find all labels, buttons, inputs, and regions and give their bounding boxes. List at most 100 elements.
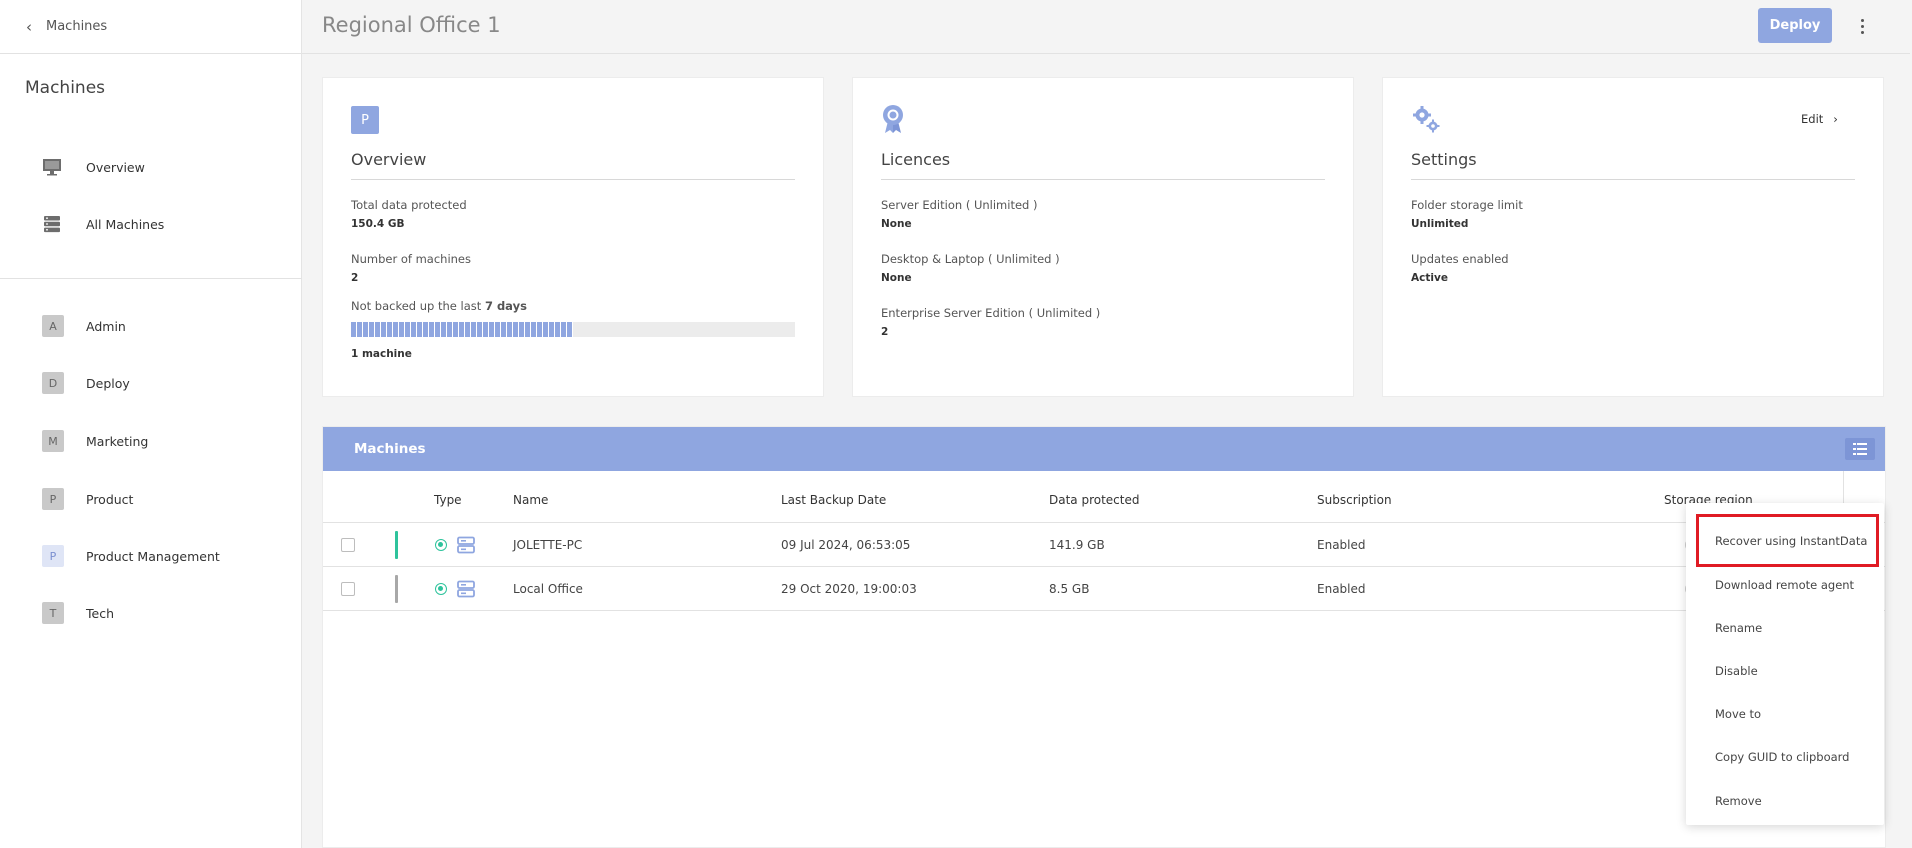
sidebar-divider: [0, 278, 302, 279]
data-protected-value: 141.9 GB: [1049, 538, 1105, 552]
table-header: Type Name Last Backup Date Data protecte…: [323, 471, 1885, 523]
page-title: Regional Office 1: [322, 13, 501, 37]
row-checkbox[interactable]: [341, 538, 355, 552]
group-letter-badge: D: [42, 372, 64, 394]
card-divider: [351, 179, 795, 180]
menu-item-copy-guid[interactable]: Copy GUID to clipboard: [1715, 750, 1849, 764]
online-status-icon: [435, 539, 447, 551]
group-item-product-management[interactable]: P Product Management: [42, 545, 220, 567]
card-title: Settings: [1411, 150, 1477, 169]
total-data-value: 150.4 GB: [351, 218, 405, 230]
server-icon: [457, 580, 475, 602]
group-letter-badge: P: [42, 545, 64, 567]
back-label: Machines: [46, 19, 108, 34]
backup-status-bar: [395, 575, 398, 603]
not-backed-prefix: Not backed up the last: [351, 299, 485, 313]
sidebar-item-all-machines[interactable]: All Machines: [42, 212, 164, 236]
group-label: Admin: [86, 318, 126, 334]
group-item-tech[interactable]: T Tech: [42, 602, 114, 624]
back-to-machines-link[interactable]: ‹ Machines: [0, 0, 301, 54]
machine-name[interactable]: Local Office: [513, 582, 583, 596]
total-data-label: Total data protected: [351, 198, 467, 212]
licence-label: Server Edition ( Unlimited ): [881, 198, 1038, 212]
machines-panel-title: Machines: [354, 441, 426, 457]
machine-count-value: 2: [351, 272, 359, 284]
not-backed-progress-bar: [351, 322, 795, 337]
last-backup-date: 29 Oct 2020, 19:00:03: [781, 582, 917, 596]
group-label: Product: [86, 491, 134, 507]
monitor-icon: [42, 158, 62, 176]
group-label: Deploy: [86, 375, 130, 391]
group-label: Marketing: [86, 433, 149, 449]
group-letter-badge: A: [42, 315, 64, 337]
setting-label: Folder storage limit: [1411, 198, 1523, 212]
group-item-deploy[interactable]: D Deploy: [42, 372, 130, 394]
column-header-type[interactable]: Type: [434, 493, 462, 507]
sidebar-item-overview[interactable]: Overview: [42, 155, 145, 179]
menu-item-disable[interactable]: Disable: [1715, 664, 1758, 678]
licence-value: None: [881, 218, 912, 230]
machines-panel-header: Machines: [323, 427, 1885, 471]
sidebar-title: Machines: [25, 78, 106, 98]
column-header-name[interactable]: Name: [513, 493, 548, 507]
card-divider: [1411, 179, 1855, 180]
edit-label: Edit: [1801, 112, 1824, 126]
menu-item-move-to[interactable]: Move to: [1715, 707, 1761, 721]
server-icon: [457, 536, 475, 558]
award-ribbon-icon: [881, 104, 905, 138]
licence-value: 2: [881, 326, 889, 338]
list-view-icon[interactable]: [1845, 438, 1875, 460]
row-checkbox[interactable]: [341, 582, 355, 596]
not-backed-label: Not backed up the last 7 days: [351, 299, 527, 313]
data-protected-value: 8.5 GB: [1049, 582, 1090, 596]
card-title: Overview: [351, 150, 427, 169]
setting-label: Updates enabled: [1411, 252, 1509, 266]
machines-panel: Machines Type Name Last Backup Date Data…: [322, 426, 1886, 848]
server-stack-icon: [42, 215, 62, 233]
edit-settings-link[interactable]: Edit ›: [1801, 112, 1838, 126]
group-item-admin[interactable]: A Admin: [42, 315, 126, 337]
not-backed-value: 1 machine: [351, 348, 412, 360]
online-status-icon: [435, 583, 447, 595]
column-header-data-protected[interactable]: Data protected: [1049, 493, 1140, 507]
sidebar: ‹ Machines Machines Overview All Machine…: [0, 0, 302, 848]
subscription-status: Enabled: [1317, 538, 1366, 552]
machine-name[interactable]: JOLETTE-PC: [513, 538, 582, 552]
deploy-button[interactable]: Deploy: [1758, 8, 1832, 43]
group-letter-badge: T: [42, 602, 64, 624]
more-options-icon[interactable]: [1854, 14, 1870, 38]
group-label: Product Management: [86, 548, 220, 564]
group-label: Tech: [86, 605, 114, 621]
menu-item-download-remote-agent[interactable]: Download remote agent: [1715, 578, 1854, 592]
chevron-right-icon: ›: [1833, 112, 1838, 126]
group-letter-badge: M: [42, 430, 64, 452]
licence-value: None: [881, 272, 912, 284]
licence-label: Desktop & Laptop ( Unlimited ): [881, 252, 1060, 266]
subscription-status: Enabled: [1317, 582, 1366, 596]
settings-card: Edit › Settings Folder storage limit Unl…: [1382, 77, 1884, 397]
column-header-subscription[interactable]: Subscription: [1317, 493, 1392, 507]
column-header-last-backup[interactable]: Last Backup Date: [781, 493, 886, 507]
card-title: Licences: [881, 150, 951, 169]
menu-item-recover-instantdata[interactable]: Recover using InstantData: [1715, 534, 1867, 548]
table-row[interactable]: Local Office 29 Oct 2020, 19:00:03 8.5 G…: [323, 567, 1885, 611]
group-item-marketing[interactable]: M Marketing: [42, 430, 148, 452]
menu-item-remove[interactable]: Remove: [1715, 794, 1762, 808]
progress-fill: [351, 322, 573, 337]
licences-card: Licences Server Edition ( Unlimited ) No…: [852, 77, 1354, 397]
overview-card: P Overview Total data protected 150.4 GB…: [322, 77, 824, 397]
card-divider: [881, 179, 1325, 180]
not-backed-days: 7 days: [484, 299, 527, 313]
setting-value: Active: [1411, 272, 1448, 284]
chevron-left-icon: ‹: [26, 17, 32, 36]
group-letter-badge: P: [42, 488, 64, 510]
table-row[interactable]: JOLETTE-PC 09 Jul 2024, 06:53:05 141.9 G…: [323, 523, 1885, 567]
organization-badge: P: [351, 106, 379, 134]
last-backup-date: 09 Jul 2024, 06:53:05: [781, 538, 911, 552]
group-item-product[interactable]: P Product: [42, 488, 133, 510]
machine-count-label: Number of machines: [351, 252, 472, 266]
gears-icon: [1411, 104, 1441, 138]
menu-item-rename[interactable]: Rename: [1715, 621, 1762, 635]
machine-context-menu: Recover using InstantData Download remot…: [1686, 503, 1884, 825]
sidebar-item-label: Overview: [86, 159, 145, 175]
